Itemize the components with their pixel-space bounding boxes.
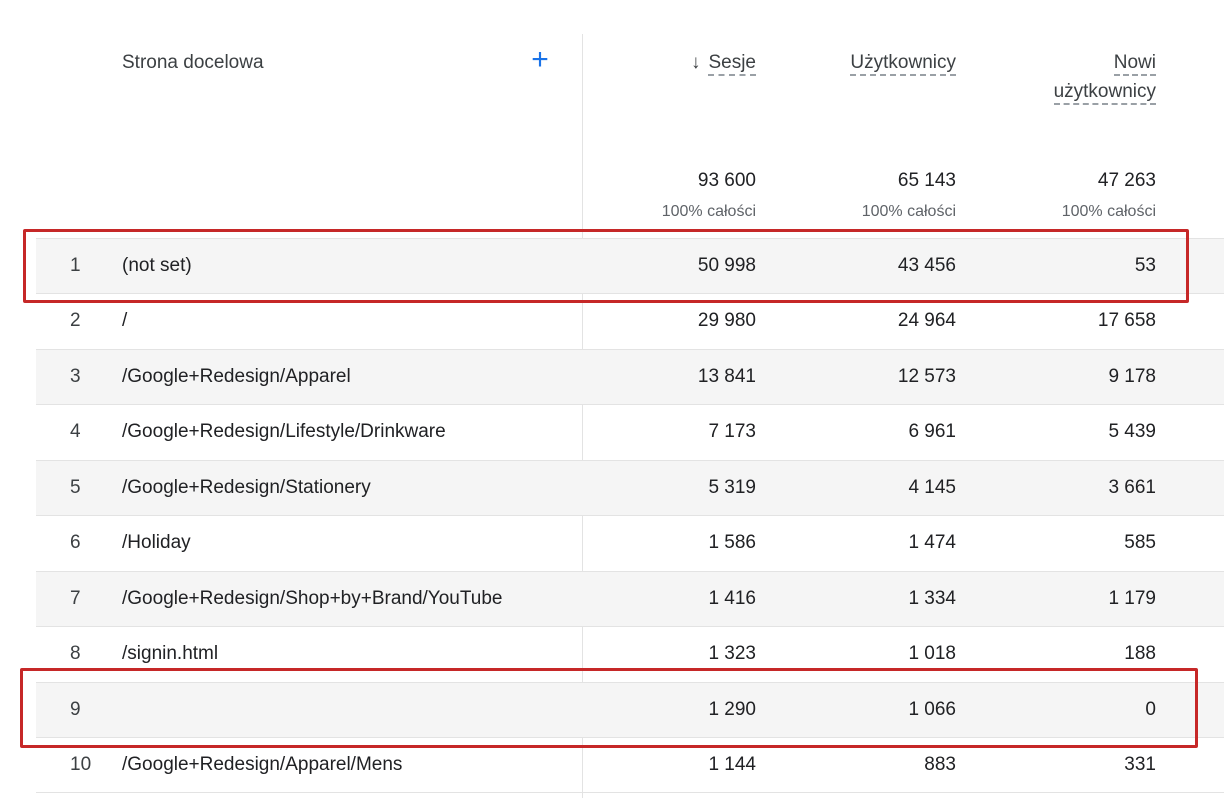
row-index: 4 (70, 421, 81, 442)
table-row[interactable]: 2 / 29 980 24 964 17 658 (36, 293, 1224, 348)
row-new-users: 9 178 (1108, 366, 1156, 387)
plus-icon[interactable]: + (526, 45, 554, 75)
row-sessions: 7 173 (708, 421, 756, 442)
row-page: / (122, 310, 128, 331)
table-row[interactable]: 4 /Google+Redesign/Lifestyle/Drinkware 7… (36, 404, 1224, 459)
row-page: /Google+Redesign/Shop+by+Brand/YouTube (122, 588, 503, 609)
row-new-users: 53 (1134, 255, 1156, 276)
row-sessions: 1 323 (708, 643, 756, 664)
table-row[interactable]: 10 /Google+Redesign/Apparel/Mens 1 144 8… (36, 737, 1224, 793)
row-users: 1 474 (908, 532, 956, 553)
row-users: 1 334 (908, 588, 956, 609)
table-row[interactable]: 7 /Google+Redesign/Shop+by+Brand/YouTube… (36, 571, 1224, 626)
total-users: 65 143 (897, 170, 956, 191)
row-page: (not set) (122, 255, 192, 276)
row-users: 883 (924, 754, 956, 775)
row-sessions: 1 416 (708, 588, 756, 609)
row-users: 24 964 (897, 310, 956, 331)
row-index: 5 (70, 477, 81, 498)
row-index: 9 (70, 699, 81, 720)
row-sessions: 1 144 (708, 754, 756, 775)
row-new-users: 331 (1124, 754, 1156, 775)
table-row[interactable]: 6 /Holiday 1 586 1 474 585 (36, 515, 1224, 570)
total-users-percent: 100% całości (861, 203, 956, 220)
row-new-users: 5 439 (1108, 421, 1156, 442)
row-index: 1 (70, 255, 81, 276)
row-index: 3 (70, 366, 81, 387)
row-index: 10 (70, 754, 92, 775)
row-new-users: 1 179 (1108, 588, 1156, 609)
row-sessions: 13 841 (697, 366, 756, 387)
table-row[interactable]: 1 (not set) 50 998 43 456 53 (36, 238, 1224, 293)
row-page: /Holiday (122, 532, 191, 553)
arrow-down-icon: ↓ (690, 52, 701, 73)
row-users: 1 066 (908, 699, 956, 720)
row-new-users: 585 (1124, 532, 1156, 553)
row-index: 7 (70, 588, 81, 609)
total-sessions: 93 600 (697, 170, 756, 191)
row-sessions: 1 290 (708, 699, 756, 720)
row-users: 6 961 (908, 421, 956, 442)
table-row[interactable]: 8 /signin.html 1 323 1 018 188 (36, 626, 1224, 681)
table-row[interactable]: 3 /Google+Redesign/Apparel 13 841 12 573… (36, 349, 1224, 404)
total-new-users-percent: 100% całości (1061, 203, 1156, 220)
row-new-users: 3 661 (1108, 477, 1156, 498)
row-sessions: 29 980 (697, 310, 756, 331)
total-new-users: 47 263 (1097, 170, 1156, 191)
table-row[interactable]: 9 1 290 1 066 0 (36, 682, 1224, 737)
row-index: 8 (70, 643, 81, 664)
table-row[interactable]: 5 /Google+Redesign/Stationery 5 319 4 14… (36, 460, 1224, 515)
row-page: /Google+Redesign/Lifestyle/Drinkware (122, 421, 446, 442)
row-page: /signin.html (122, 643, 219, 664)
row-index: 6 (70, 532, 81, 553)
row-sessions: 50 998 (697, 255, 756, 276)
column-header-sessions[interactable]: ↓ Sesje (691, 48, 756, 77)
row-users: 1 018 (908, 643, 956, 664)
row-new-users: 0 (1145, 699, 1156, 720)
row-page: /Google+Redesign/Apparel (122, 366, 351, 387)
column-header-new-users[interactable]: Nowi użytkownicy (1053, 48, 1156, 106)
row-index: 2 (70, 310, 81, 331)
total-sessions-percent: 100% całości (661, 203, 756, 220)
row-sessions: 1 586 (708, 532, 756, 553)
row-page: /Google+Redesign/Stationery (122, 477, 371, 498)
row-users: 12 573 (897, 366, 956, 387)
row-users: 43 456 (897, 255, 956, 276)
row-new-users: 17 658 (1097, 310, 1156, 331)
column-header-users[interactable]: Użytkownicy (850, 48, 956, 77)
dimension-header[interactable]: Strona docelowa (122, 52, 264, 74)
row-sessions: 5 319 (708, 477, 756, 498)
row-page: /Google+Redesign/Apparel/Mens (122, 754, 403, 775)
row-users: 4 145 (908, 477, 956, 498)
row-new-users: 188 (1124, 643, 1156, 664)
